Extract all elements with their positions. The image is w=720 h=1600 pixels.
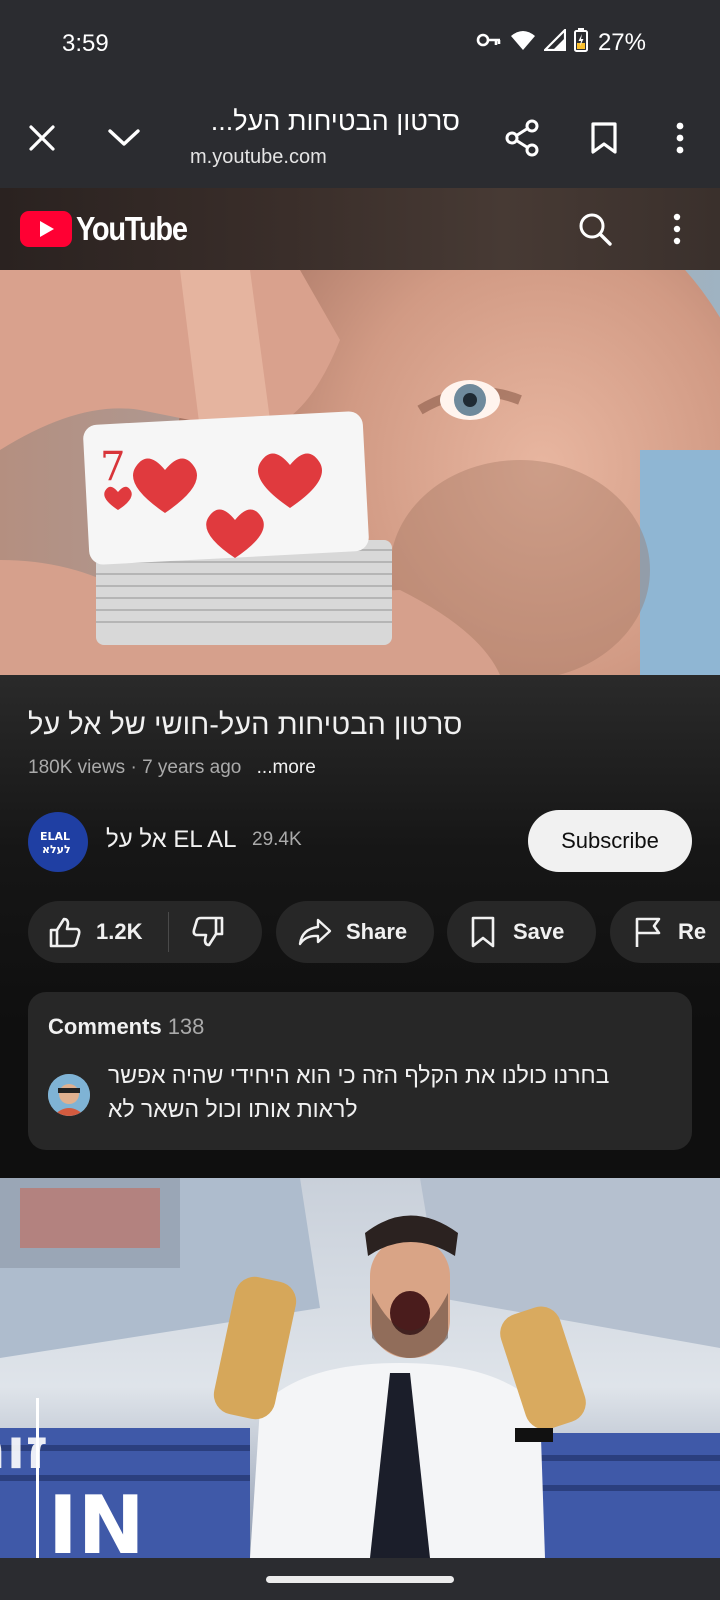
- like-count: 1.2K: [96, 919, 143, 944]
- view-count: 180K views: [28, 757, 126, 778]
- share-label: Share: [346, 919, 408, 944]
- dislike-button[interactable]: [169, 901, 225, 963]
- more-vert-icon: [673, 213, 681, 245]
- subscriber-count: 29.4K: [252, 829, 302, 850]
- battery-percent: 27%: [597, 28, 646, 56]
- video-title[interactable]: סרטון הבטיחות העל-חושי של אל על: [28, 709, 692, 742]
- youtube-play-logo-icon: [20, 211, 72, 247]
- report-button[interactable]: Re: [610, 901, 720, 963]
- youtube-menu-button[interactable]: [654, 206, 700, 252]
- svg-text:לעלא: לעלא: [42, 843, 71, 856]
- like-dislike-pill: 1.2K: [28, 901, 262, 963]
- comments-teaser[interactable]: Comments 138 בחרנו כולנו את הקלף הזה כי ה…: [28, 992, 692, 1150]
- thumbs-down-icon: [192, 916, 224, 947]
- comments-count: 138: [167, 1014, 205, 1039]
- search-icon: [579, 213, 612, 246]
- home-gesture-handle[interactable]: [266, 1576, 454, 1583]
- vpn-key-icon: [476, 30, 502, 55]
- top-comment-text: בחרנו כולנו את הקלף הזה כי הוא היחידי שה…: [108, 1062, 610, 1122]
- status-bar: 3:59 27%: [0, 0, 720, 88]
- video-frame-image: 7: [0, 270, 720, 675]
- next-video-thumbnail[interactable]: זום IN: [0, 1178, 720, 1558]
- svg-text:7: 7: [100, 444, 125, 490]
- cell-signal-icon: [542, 27, 567, 56]
- upload-age: 7 years ago: [142, 757, 242, 778]
- svg-text:זום: זום: [0, 1417, 48, 1482]
- chevron-down-icon: [108, 129, 140, 146]
- channel-avatar[interactable]: ELAL לעלא: [28, 812, 88, 872]
- share-icon: [505, 119, 539, 157]
- subscribe-button[interactable]: Subscribe: [528, 810, 692, 872]
- status-time: 3:59: [62, 30, 109, 57]
- video-player[interactable]: 7: [0, 270, 720, 675]
- video-info-panel: סרטון הבטיחות העל-חושי של אל על 180K vie…: [0, 675, 720, 1175]
- browser-menu-button[interactable]: [654, 112, 706, 164]
- channel-row: ELAL לעלא אל על EL AL 29.4K Subscribe: [28, 810, 692, 874]
- youtube-search-button[interactable]: [572, 206, 618, 252]
- save-label: Save: [513, 919, 565, 944]
- close-icon: [29, 125, 55, 151]
- bookmark-outline-icon: [471, 916, 495, 948]
- channel-name[interactable]: אל על EL AL: [106, 826, 237, 854]
- save-button[interactable]: Save: [447, 901, 596, 963]
- next-video-thumbnail-image: זום IN: [0, 1178, 720, 1558]
- el-al-logo-icon: ELAL לעלא: [40, 830, 71, 856]
- wifi-icon: [510, 29, 536, 56]
- svg-text:ELAL: ELAL: [40, 830, 70, 843]
- share-button[interactable]: Share: [276, 901, 434, 963]
- report-label: Re: [678, 919, 707, 944]
- bookmark-icon: [591, 122, 617, 154]
- battery-charging-icon: [573, 28, 588, 57]
- thumbs-up-icon: [49, 917, 81, 948]
- more-description-link[interactable]: ...more: [257, 757, 316, 778]
- status-icons: 27%: [476, 27, 646, 57]
- close-tab-button[interactable]: [16, 112, 68, 164]
- share-arrow-icon: [298, 918, 332, 946]
- more-vert-icon: [676, 122, 684, 154]
- video-actions-row: 1.2K Share Save Re: [28, 901, 720, 963]
- system-navigation-bar: [0, 1558, 720, 1600]
- minimize-tab-button[interactable]: [98, 112, 150, 164]
- flag-icon: [635, 917, 661, 947]
- bookmark-page-button[interactable]: [578, 112, 630, 164]
- browser-toolbar: סרטון הבטיחות העל... m.youtube.com: [0, 88, 720, 188]
- youtube-header: YouTube: [0, 188, 720, 270]
- share-page-button[interactable]: [496, 112, 548, 164]
- tab-title: סרטון הבטיחות העל...: [210, 106, 460, 136]
- video-metadata[interactable]: 180K views · 7 years ago ...more: [28, 757, 316, 779]
- commenter-avatar: [48, 1074, 90, 1116]
- comments-title: Comments: [48, 1014, 162, 1039]
- like-button[interactable]: 1.2K: [28, 901, 142, 963]
- youtube-wordmark: YouTube: [76, 210, 188, 247]
- meta-separator: ·: [125, 757, 143, 778]
- svg-text:IN: IN: [48, 1479, 145, 1558]
- comments-header: Comments 138: [48, 1014, 204, 1040]
- youtube-logo[interactable]: YouTube: [20, 210, 202, 248]
- tab-url[interactable]: m.youtube.com: [190, 146, 327, 169]
